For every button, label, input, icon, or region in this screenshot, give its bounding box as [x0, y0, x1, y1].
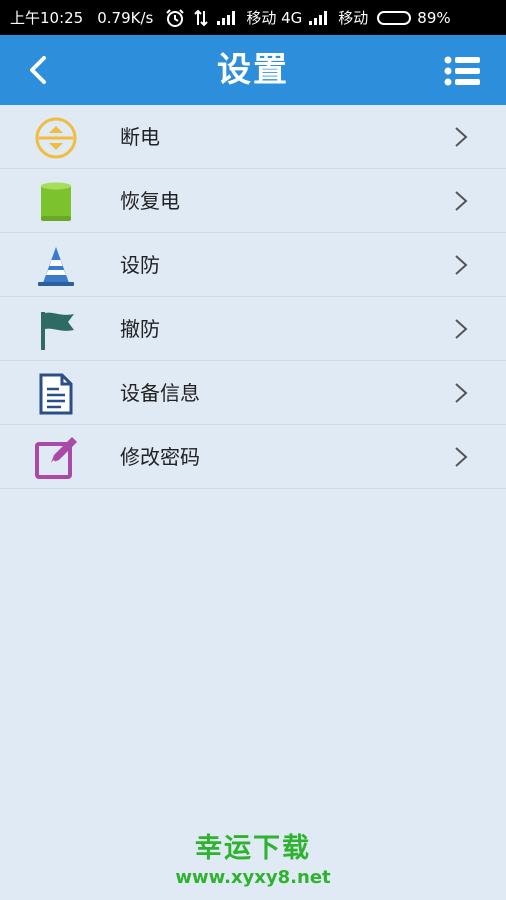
data-transfer-icon: [193, 9, 209, 27]
page-title: 设置: [217, 50, 289, 90]
cone-icon: [34, 244, 78, 288]
menu-button[interactable]: [444, 55, 480, 87]
chevron-right-icon: [454, 446, 468, 468]
list-icon: [444, 56, 480, 86]
chevron-right-icon: [454, 254, 468, 276]
settings-item-change-password[interactable]: 修改密码: [0, 425, 506, 489]
watermark: 幸运下载 www.xyxy8.net: [0, 832, 506, 890]
battery-icon: [377, 10, 412, 25]
chevron-right-icon: [454, 126, 468, 148]
settings-item-label: 恢复电: [120, 189, 180, 213]
settings-item-disarm[interactable]: 撤防: [0, 297, 506, 361]
settings-item-device-info[interactable]: 设备信息: [0, 361, 506, 425]
power-off-icon: [34, 116, 78, 160]
settings-list: 断电 恢复电 设防 撤防 设备信息 修改密码: [0, 105, 506, 489]
chevron-right-icon: [454, 382, 468, 404]
document-icon: [34, 372, 78, 416]
alarm-clock-icon: [165, 8, 185, 28]
settings-item-arm[interactable]: 设防: [0, 233, 506, 297]
settings-item-label: 修改密码: [120, 445, 200, 469]
settings-item-power-off[interactable]: 断电: [0, 105, 506, 169]
chevron-right-icon: [454, 318, 468, 340]
app-header: 设置: [0, 35, 506, 105]
settings-item-restore-power[interactable]: 恢复电: [0, 169, 506, 233]
signal-icon-2: [309, 10, 331, 25]
settings-item-label: 设防: [120, 253, 160, 277]
settings-item-label: 设备信息: [120, 381, 200, 405]
settings-item-label: 断电: [120, 125, 160, 149]
status-bar: 上午10:25 0.79K/s 移动 4G 移动 89%: [0, 0, 506, 35]
chevron-right-icon: [454, 190, 468, 212]
watermark-url: www.xyxy8.net: [175, 867, 331, 888]
signal-icon: [217, 10, 239, 25]
watermark-name: 幸运下载: [195, 833, 311, 864]
status-carrier-1: 移动 4G: [246, 9, 303, 27]
battery-icon: [34, 180, 78, 224]
flag-icon: [34, 308, 78, 352]
status-time: 上午10:25: [10, 9, 84, 27]
status-carrier-2: 移动: [338, 9, 369, 27]
battery-percent: 89%: [417, 8, 451, 27]
edit-icon: [34, 436, 78, 480]
status-network-speed: 0.79K/s: [97, 8, 154, 27]
settings-item-label: 撤防: [120, 317, 160, 341]
